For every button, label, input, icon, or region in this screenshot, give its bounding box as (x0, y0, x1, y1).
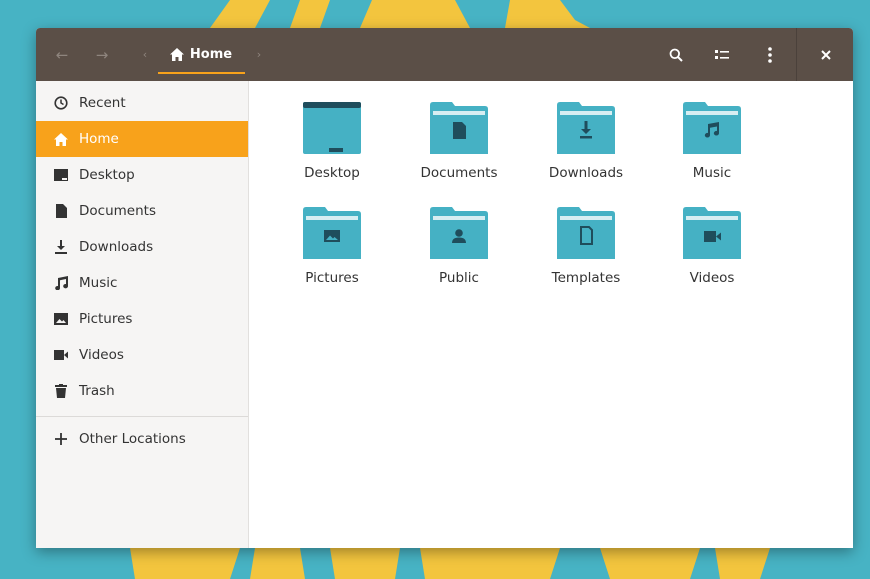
breadcrumb-active-indicator (158, 72, 245, 74)
sidebar-item-label: Trash (79, 383, 115, 399)
folder-pictures[interactable]: Pictures (277, 207, 387, 303)
documents-folder-icon (430, 102, 488, 154)
sidebar-item-pictures[interactable]: Pictures (36, 301, 248, 337)
arrow-left-icon: ← (55, 45, 69, 64)
sidebar-item-home[interactable]: Home (36, 121, 248, 157)
sidebar-separator (36, 416, 248, 417)
breadcrumb-scroll-left[interactable]: ‹ (137, 28, 153, 81)
menu-button[interactable] (756, 28, 784, 81)
folder-public[interactable]: Public (404, 207, 514, 303)
list-view-icon (715, 49, 729, 59)
picture-icon (53, 311, 69, 327)
sidebar-item-trash[interactable]: Trash (36, 373, 248, 409)
sidebar-item-label: Desktop (79, 167, 135, 183)
sidebar-item-desktop[interactable]: Desktop (36, 157, 248, 193)
headerbar-divider (796, 28, 797, 81)
close-icon (821, 49, 831, 60)
sidebar-item-label: Pictures (79, 311, 133, 327)
breadcrumb-scroll-right[interactable]: › (251, 28, 267, 81)
chevron-left-icon: ‹ (142, 48, 148, 61)
folder-downloads[interactable]: Downloads (531, 102, 641, 198)
public-folder-icon (430, 207, 488, 259)
home-icon (169, 48, 184, 61)
arrow-right-icon: → (95, 45, 109, 64)
sidebar-item-label: Videos (79, 347, 124, 363)
desktop-icon (53, 167, 69, 183)
close-button[interactable] (812, 28, 840, 81)
sidebar-item-videos[interactable]: Videos (36, 337, 248, 373)
folder-name: Videos (689, 270, 735, 286)
clock-icon (53, 95, 69, 111)
sidebar-item-downloads[interactable]: Downloads (36, 229, 248, 265)
sidebar-item-recent[interactable]: Recent (36, 85, 248, 121)
file-manager-window: ← → ‹ Home › Recent Home Desktop Documen… (36, 28, 853, 548)
search-icon (669, 48, 683, 62)
folder-name: Public (439, 270, 479, 286)
folder-name: Documents (420, 165, 498, 181)
sidebar-item-other-locations[interactable]: Other Locations (36, 421, 248, 457)
sidebar-item-label: Downloads (79, 239, 154, 255)
folder-grid: Desktop Documents Downloads Music Pictur… (249, 81, 853, 548)
document-icon (53, 203, 69, 219)
folder-documents[interactable]: Documents (404, 102, 514, 198)
folder-videos[interactable]: Videos (657, 207, 767, 303)
folder-templates[interactable]: Templates (531, 207, 641, 303)
sidebar-item-label: Other Locations (79, 431, 186, 447)
sidebar-item-music[interactable]: Music (36, 265, 248, 301)
sidebar: Recent Home Desktop Documents Downloads (36, 81, 249, 548)
music-folder-icon (683, 102, 741, 154)
templates-folder-icon (557, 207, 615, 259)
folder-music[interactable]: Music (657, 102, 767, 198)
music-icon (53, 275, 69, 291)
sidebar-item-label: Music (79, 275, 118, 291)
plus-icon (53, 431, 69, 447)
folder-name: Music (692, 165, 732, 181)
sidebar-item-documents[interactable]: Documents (36, 193, 248, 229)
video-icon (53, 347, 69, 363)
folder-name: Downloads (548, 165, 624, 181)
breadcrumb-current-label: Home (189, 47, 233, 62)
trash-icon (53, 383, 69, 399)
sidebar-item-label: Home (79, 131, 119, 147)
sidebar-item-label: Documents (79, 203, 156, 219)
folder-name: Pictures (305, 270, 359, 286)
headerbar: ← → ‹ Home › (36, 28, 853, 81)
view-toggle-button[interactable] (708, 28, 736, 81)
videos-folder-icon (683, 207, 741, 259)
forward-button[interactable]: → (88, 28, 116, 81)
desktop-folder-icon (303, 102, 361, 154)
chevron-right-icon: › (256, 48, 262, 61)
download-icon (53, 239, 69, 255)
pictures-folder-icon (303, 207, 361, 259)
folder-name: Desktop (304, 165, 360, 181)
search-button[interactable] (662, 28, 690, 81)
folder-name: Templates (551, 270, 621, 286)
downloads-folder-icon (557, 102, 615, 154)
back-button[interactable]: ← (48, 28, 76, 81)
folder-desktop[interactable]: Desktop (277, 102, 387, 198)
kebab-menu-icon (768, 46, 772, 63)
home-icon (53, 131, 69, 147)
sidebar-item-label: Recent (79, 95, 126, 111)
